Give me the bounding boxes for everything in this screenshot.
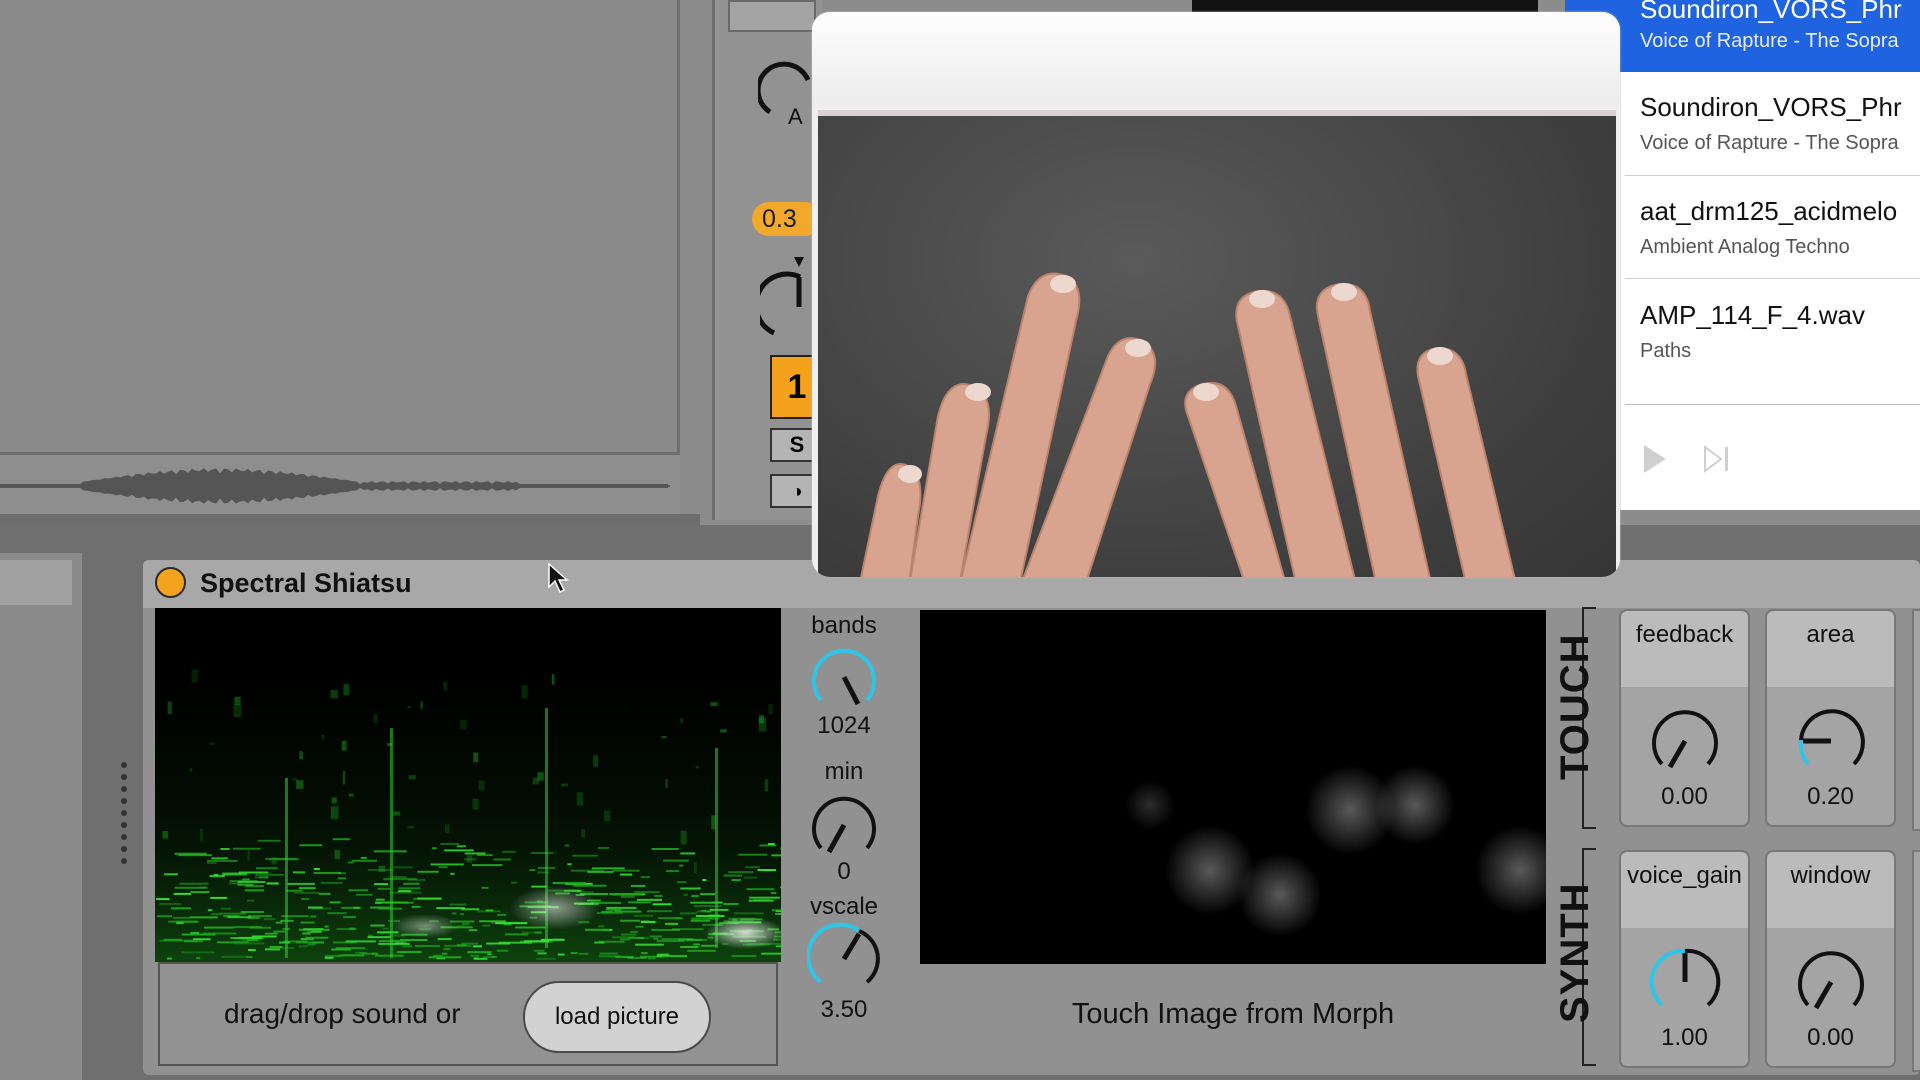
voice-gain-knob[interactable] [1647, 944, 1723, 1020]
list-item-subtitle: Ambient Analog Techno [1640, 236, 1850, 258]
area-label: area [1806, 621, 1855, 648]
bands-knob[interactable] [807, 640, 881, 714]
window-macro[interactable]: window 0.00 [1765, 850, 1896, 1068]
previous-device-header[interactable] [0, 560, 72, 605]
voice-gain-macro[interactable]: voice_gain 1.00 [1619, 850, 1750, 1068]
play-icon[interactable] [1642, 443, 1668, 475]
feedback-label: feedback [1635, 621, 1734, 648]
waveform-display[interactable] [0, 455, 670, 517]
list-item-subtitle: Paths [1640, 340, 1692, 362]
list-item-title[interactable]: Soundiron_VORS_Phr [1640, 0, 1902, 25]
video-overlay [812, 12, 1620, 577]
device-title: Spectral Shiatsu [200, 568, 412, 598]
next-macro-edge [1912, 609, 1920, 831]
list-item-subtitle: Voice of Rapture - The Sopra [1640, 132, 1899, 154]
vscale-knob[interactable] [807, 922, 881, 996]
list-item-subtitle: Voice of Rapture - The Sopra [1640, 30, 1899, 52]
load-picture-button[interactable]: load picture [523, 981, 711, 1053]
list-divider [1625, 404, 1920, 405]
window-knob[interactable] [1793, 944, 1869, 1020]
top-bar-strip [1192, 0, 1538, 12]
hands-on-trackpad-image [860, 272, 1516, 577]
previous-device [0, 553, 82, 1080]
min-knob[interactable] [807, 788, 881, 862]
device-power-button[interactable] [155, 567, 186, 598]
vscale-value: 3.50 [820, 996, 868, 1023]
mouse-cursor-icon [548, 563, 569, 594]
send-a-knob[interactable]: A [758, 50, 818, 130]
touch-image-caption: Touch Image from Morph [1071, 998, 1395, 1030]
area-knob[interactable] [1793, 703, 1869, 779]
bands-value: 1024 [817, 712, 871, 739]
voice-gain-value: 1.00 [1661, 1024, 1708, 1051]
mixer-slot[interactable] [728, 0, 816, 32]
skip-next-icon[interactable] [1703, 445, 1731, 473]
next-macro-edge [1912, 850, 1920, 1072]
trackpad-image [818, 110, 1616, 577]
min-label: min [824, 758, 864, 785]
overlay-frame-top [812, 12, 1620, 107]
area-macro[interactable]: area 0.20 [1765, 609, 1896, 827]
drag-handle-icon[interactable] [120, 760, 128, 870]
list-divider [1625, 278, 1920, 279]
feedback-value: 0.00 [1661, 783, 1708, 810]
drop-hint-text: drag/drop sound or [224, 998, 461, 1029]
bands-label: bands [811, 612, 877, 639]
window-value: 0.00 [1807, 1024, 1854, 1051]
list-divider [1625, 175, 1920, 176]
feedback-macro[interactable]: feedback 0.00 [1619, 609, 1750, 827]
svg-text:A: A [788, 104, 803, 129]
feedback-knob[interactable] [1647, 703, 1723, 779]
vscale-label: vscale [809, 893, 879, 920]
touch-image-display[interactable] [920, 610, 1546, 964]
min-value: 0 [837, 858, 851, 885]
window-label: window [1790, 862, 1871, 889]
voice-gain-label: voice_gain [1627, 862, 1742, 889]
synth-section-label: SYNTH [1553, 882, 1597, 1023]
list-item-title[interactable]: AMP_114_F_4.wav [1640, 300, 1865, 331]
touch-section-label: TOUCH [1553, 633, 1597, 780]
list-item-title[interactable]: aat_drm125_acidmelo [1640, 196, 1897, 227]
clip-editor-pane[interactable] [0, 0, 680, 455]
spectrogram-display[interactable] [155, 608, 781, 962]
pan-knob[interactable] [760, 255, 820, 340]
list-item-title[interactable]: Soundiron_VORS_Phr [1640, 92, 1902, 123]
area-value: 0.20 [1807, 783, 1854, 810]
